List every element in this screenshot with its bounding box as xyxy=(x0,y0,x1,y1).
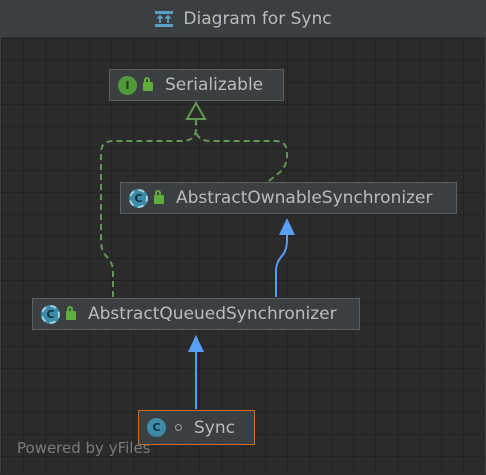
node-label: Sync xyxy=(194,417,235,438)
node-abstract-ownable-synchronizer[interactable]: C AbstractOwnableSynchronizer xyxy=(120,182,457,214)
diagram-window: Diagram for Sync I Serializable C Abstra… xyxy=(0,0,486,474)
node-abstract-queued-synchronizer[interactable]: C AbstractQueuedSynchronizer xyxy=(32,298,360,330)
lock-icon xyxy=(154,190,164,204)
abstract-class-icon: C xyxy=(129,188,148,208)
abstract-class-icon: C xyxy=(41,304,60,324)
node-label: Serializable xyxy=(165,75,264,95)
powered-by-label: Powered by yFiles xyxy=(17,439,151,457)
window-title: Diagram for Sync xyxy=(183,9,332,29)
node-serializable[interactable]: I Serializable xyxy=(109,69,284,101)
node-sync[interactable]: C Sync xyxy=(138,410,255,445)
lock-icon xyxy=(143,77,153,91)
class-icon: C xyxy=(147,418,166,437)
interface-icon: I xyxy=(118,75,137,95)
node-label: AbstractQueuedSynchronizer xyxy=(88,304,337,324)
diagram-canvas[interactable] xyxy=(1,38,485,474)
package-private-icon xyxy=(175,424,182,431)
node-label: AbstractOwnableSynchronizer xyxy=(176,188,433,208)
title-bar: Diagram for Sync xyxy=(1,1,485,38)
diagram-icon xyxy=(154,10,174,28)
lock-icon xyxy=(66,306,76,320)
